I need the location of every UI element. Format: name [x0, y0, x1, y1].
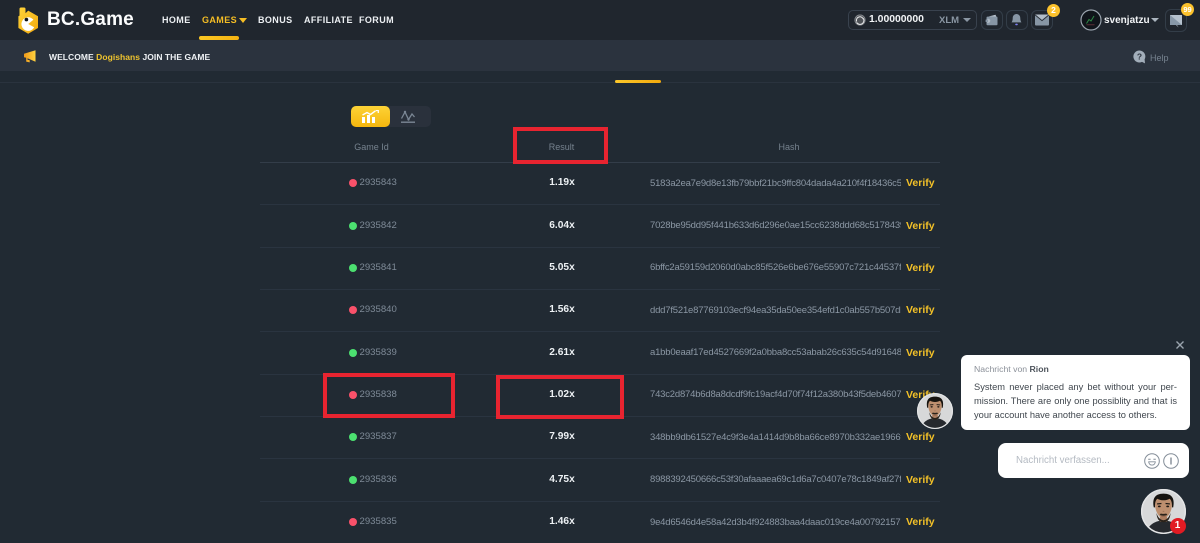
svg-text:?: ? [1137, 51, 1142, 61]
